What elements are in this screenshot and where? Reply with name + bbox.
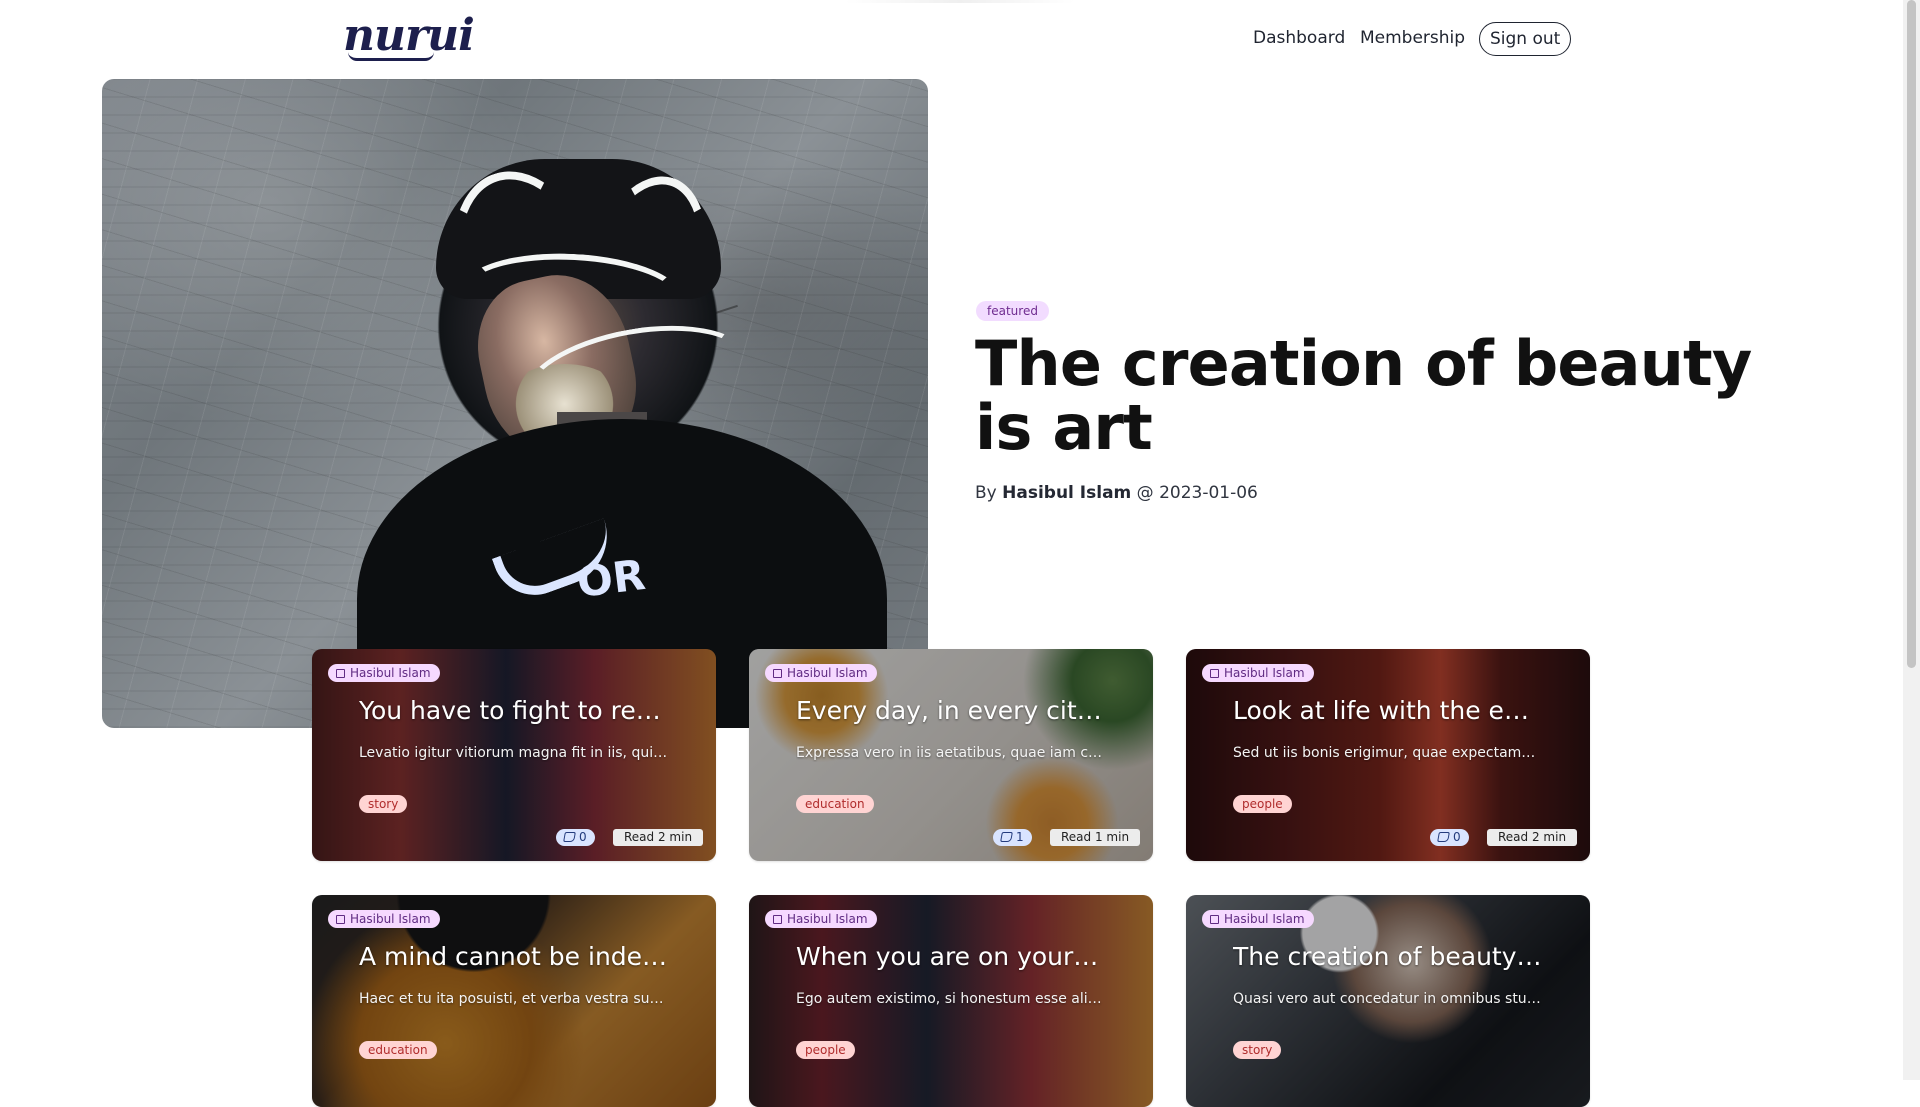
post-title[interactable]: When you are on your w...	[796, 941, 1106, 973]
post-excerpt: Quasi vero aut concedatur in omnibus stu…	[1233, 991, 1543, 1007]
featured-post-image[interactable]: OR	[102, 79, 928, 728]
post-author-name: Hasibul Islam	[787, 912, 868, 926]
sign-out-button[interactable]: Sign out	[1479, 22, 1572, 56]
post-excerpt: Sed ut iis bonis erigimur, quae expectam…	[1233, 745, 1543, 761]
post-card-content: Hasibul Islam You have to fight to reac.…	[312, 649, 716, 861]
post-tag[interactable]: people	[1233, 795, 1292, 813]
post-author-badge[interactable]: Hasibul Islam	[765, 664, 877, 682]
post-author-badge[interactable]: Hasibul Islam	[328, 664, 440, 682]
author-icon	[773, 915, 782, 924]
post-tag[interactable]: education	[359, 1041, 437, 1059]
author-icon	[773, 669, 782, 678]
featured-post-meta: By Hasibul Islam @ 2023-01-06	[975, 483, 1258, 503]
like-count-badge[interactable]: 0	[1430, 829, 1469, 846]
like-count-badge[interactable]: 0	[556, 829, 595, 846]
post-card-content: Hasibul Islam Every day, in every city a…	[749, 649, 1153, 861]
post-card[interactable]: Hasibul Islam The creation of beauty is …	[1186, 895, 1590, 1107]
like-count: 0	[579, 830, 587, 844]
meta-by-text: By	[975, 483, 997, 503]
author-icon	[336, 669, 345, 678]
post-tag[interactable]: people	[796, 1041, 855, 1059]
post-tag[interactable]: education	[796, 795, 874, 813]
post-author-name: Hasibul Islam	[787, 666, 868, 680]
thumb-up-icon	[1437, 832, 1450, 842]
logo-swash	[348, 52, 434, 61]
post-excerpt: Ego autem existimo, si honestum esse ali…	[796, 991, 1106, 1007]
post-card[interactable]: Hasibul Islam You have to fight to reac.…	[312, 649, 716, 861]
post-card[interactable]: Hasibul Islam Every day, in every city a…	[749, 649, 1153, 861]
post-card-content: Hasibul Islam When you are on your w... …	[749, 895, 1153, 1107]
like-count-badge[interactable]: 1	[993, 829, 1032, 846]
dashboard-link[interactable]: Dashboard	[1253, 28, 1345, 48]
post-title[interactable]: You have to fight to reac...	[359, 695, 669, 727]
author-icon	[1210, 669, 1219, 678]
post-card-content: Hasibul Islam A mind cannot be indepe...…	[312, 895, 716, 1107]
post-card[interactable]: Hasibul Islam Look at life with the eyes…	[1186, 649, 1590, 861]
graffiti-letters: OR	[574, 550, 648, 607]
post-author-name: Hasibul Islam	[350, 912, 431, 926]
thumb-up-icon	[1000, 832, 1013, 842]
post-title[interactable]: A mind cannot be indepe...	[359, 941, 669, 973]
featured-badge: featured	[976, 301, 1049, 321]
post-author-badge[interactable]: Hasibul Islam	[765, 910, 877, 928]
post-tag[interactable]: story	[1233, 1041, 1282, 1059]
post-title[interactable]: Look at life with the eyes...	[1233, 695, 1543, 727]
post-author-badge[interactable]: Hasibul Islam	[1202, 664, 1314, 682]
post-excerpt: Levatio igitur vitiorum magna fit in iis…	[359, 745, 669, 761]
post-excerpt: Haec et tu ita posuisti, et verba vestra…	[359, 991, 669, 1007]
post-card[interactable]: Hasibul Islam When you are on your w... …	[749, 895, 1153, 1107]
like-count: 0	[1453, 830, 1461, 844]
author-icon	[336, 915, 345, 924]
vertical-scrollbar[interactable]	[1903, 0, 1920, 1080]
read-time-badge: Read 1 min	[1050, 829, 1141, 846]
featured-post-title[interactable]: The creation of beauty is art	[975, 332, 1755, 460]
post-author-badge[interactable]: Hasibul Islam	[1202, 910, 1314, 928]
top-edge-decoration	[845, 0, 1075, 3]
post-author-name: Hasibul Islam	[350, 666, 431, 680]
membership-link[interactable]: Membership	[1360, 28, 1465, 48]
post-card-content: Hasibul Islam Look at life with the eyes…	[1186, 649, 1590, 861]
post-title[interactable]: Every day, in every city a...	[796, 695, 1106, 727]
post-author-name: Hasibul Islam	[1224, 912, 1305, 926]
read-time-badge: Read 2 min	[1487, 829, 1578, 846]
post-title[interactable]: The creation of beauty is ...	[1233, 941, 1543, 973]
post-tag[interactable]: story	[359, 795, 408, 813]
thumb-up-icon	[563, 832, 576, 842]
featured-post-author[interactable]: Hasibul Islam	[1002, 483, 1131, 503]
post-excerpt: Expressa vero in iis aetatibus, quae iam…	[796, 745, 1106, 761]
author-icon	[1210, 915, 1219, 924]
scrollbar-thumb[interactable]	[1907, 0, 1916, 668]
like-count: 1	[1016, 830, 1024, 844]
post-author-badge[interactable]: Hasibul Islam	[328, 910, 440, 928]
post-author-name: Hasibul Islam	[1224, 666, 1305, 680]
post-card-content: Hasibul Islam The creation of beauty is …	[1186, 895, 1590, 1107]
featured-post-date: @ 2023-01-06	[1136, 483, 1258, 503]
post-card[interactable]: Hasibul Islam A mind cannot be indepe...…	[312, 895, 716, 1107]
top-navigation: nurui Dashboard Membership Sign out	[0, 0, 1900, 76]
read-time-badge: Read 2 min	[613, 829, 704, 846]
